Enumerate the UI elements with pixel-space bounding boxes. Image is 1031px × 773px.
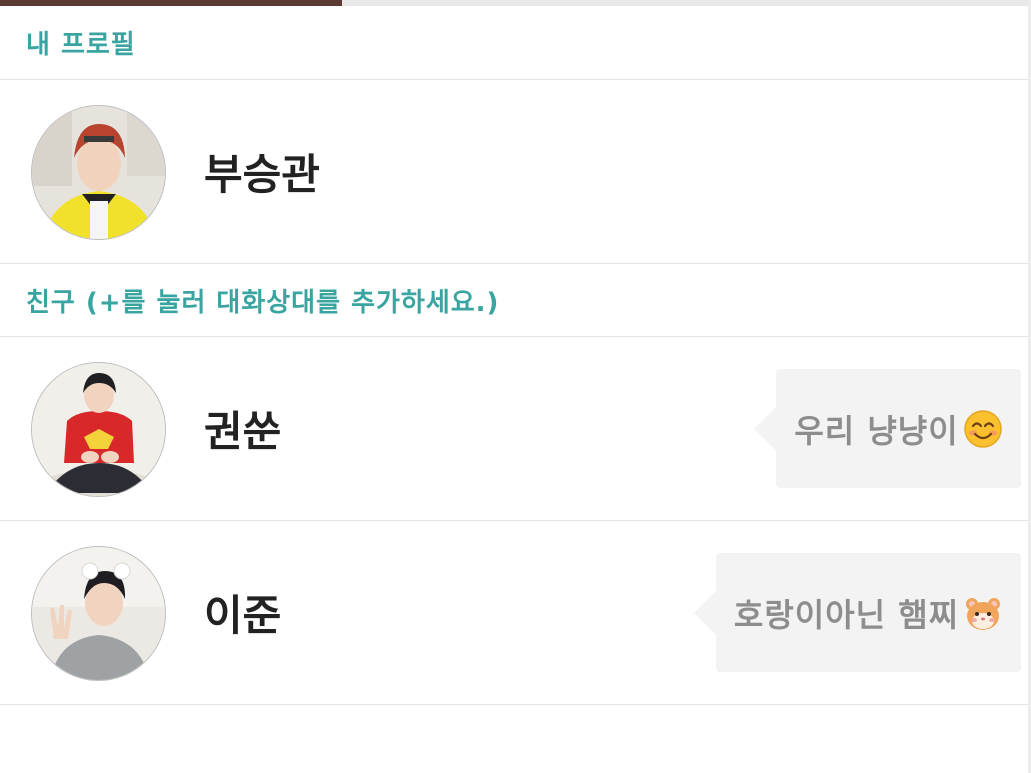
status-message-text: 우리 냥냥이 <box>794 411 959 450</box>
section-header-my-profile: 내 프로필 <box>0 6 1028 79</box>
friend-name: 이준 <box>204 591 282 640</box>
friend-row[interactable]: 이준 호랑이아닌 햄찌 <box>0 521 1028 704</box>
avatar[interactable] <box>31 105 166 240</box>
my-profile-row[interactable]: 부승관 <box>0 80 1028 263</box>
status-message-bubble: 우리 냥냥이 <box>754 369 1021 488</box>
friend-row[interactable]: 권쑨 우리 냥냥이 <box>0 337 1028 520</box>
smiling-face-icon <box>963 409 1003 449</box>
profile-name: 부승관 <box>204 150 320 199</box>
status-message-bubble: 호랑이아닌 햄찌 <box>694 553 1021 672</box>
section-header-my-profile-label: 내 프로필 <box>26 30 136 60</box>
section-header-friends-label: 친구 (+를 눌러 대화상대를 추가하세요.) <box>26 287 500 318</box>
friend-name: 권쑨 <box>204 407 282 456</box>
section-header-friends: 친구 (+를 눌러 대화상대를 추가하세요.) <box>0 264 1028 336</box>
divider <box>0 704 1028 705</box>
status-message-text: 호랑이아닌 햄찌 <box>733 595 960 634</box>
avatar[interactable] <box>31 546 166 681</box>
avatar[interactable] <box>31 362 166 497</box>
hamster-face-icon <box>963 593 1003 633</box>
